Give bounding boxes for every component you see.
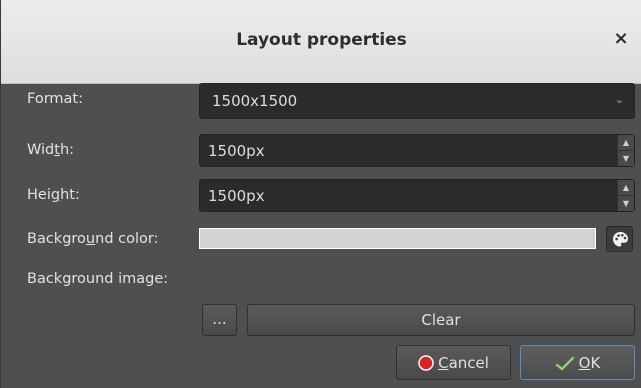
browse-image-button[interactable]: ... bbox=[202, 304, 237, 336]
width-value: 1500px bbox=[208, 142, 265, 160]
chevron-down-icon: ⌄ bbox=[614, 93, 624, 106]
height-value: 1500px bbox=[208, 187, 265, 205]
clear-image-button[interactable]: Clear bbox=[247, 304, 635, 336]
cancel-icon bbox=[418, 355, 434, 371]
title-bar[interactable]: Layout properties × bbox=[1, 0, 641, 84]
background-color-swatch[interactable] bbox=[199, 228, 596, 249]
format-value: 1500x1500 bbox=[212, 92, 298, 110]
background-color-label: Background color: bbox=[27, 231, 159, 247]
width-spinbox[interactable]: 1500px ▲ ▼ bbox=[199, 134, 635, 167]
palette-icon bbox=[613, 232, 628, 247]
ok-label: OK bbox=[578, 354, 601, 372]
height-spin-buttons: ▲ ▼ bbox=[617, 180, 634, 211]
height-label: Height: bbox=[27, 187, 80, 203]
dialog-title: Layout properties bbox=[236, 30, 407, 50]
width-label: Width: bbox=[27, 142, 75, 158]
color-picker-button[interactable] bbox=[606, 226, 633, 252]
spin-up-icon[interactable]: ▲ bbox=[618, 180, 634, 196]
close-button[interactable]: × bbox=[610, 28, 632, 50]
height-spinbox[interactable]: 1500px ▲ ▼ bbox=[199, 179, 635, 212]
ok-button[interactable]: OK bbox=[520, 345, 635, 380]
format-label: Format: bbox=[27, 91, 83, 107]
spin-down-icon[interactable]: ▼ bbox=[618, 151, 634, 166]
background-image-label: Background image: bbox=[27, 271, 169, 287]
cancel-label: Cancel bbox=[438, 354, 489, 372]
cancel-button[interactable]: Cancel bbox=[396, 345, 511, 380]
layout-properties-dialog: Layout properties × Format: 1500x1500 ⌄ … bbox=[0, 0, 641, 388]
spin-down-icon[interactable]: ▼ bbox=[618, 196, 634, 211]
ok-icon bbox=[555, 356, 575, 371]
close-icon: × bbox=[613, 28, 629, 49]
format-dropdown[interactable]: 1500x1500 ⌄ bbox=[199, 83, 635, 119]
width-spin-buttons: ▲ ▼ bbox=[617, 135, 634, 166]
spin-up-icon[interactable]: ▲ bbox=[618, 135, 634, 151]
